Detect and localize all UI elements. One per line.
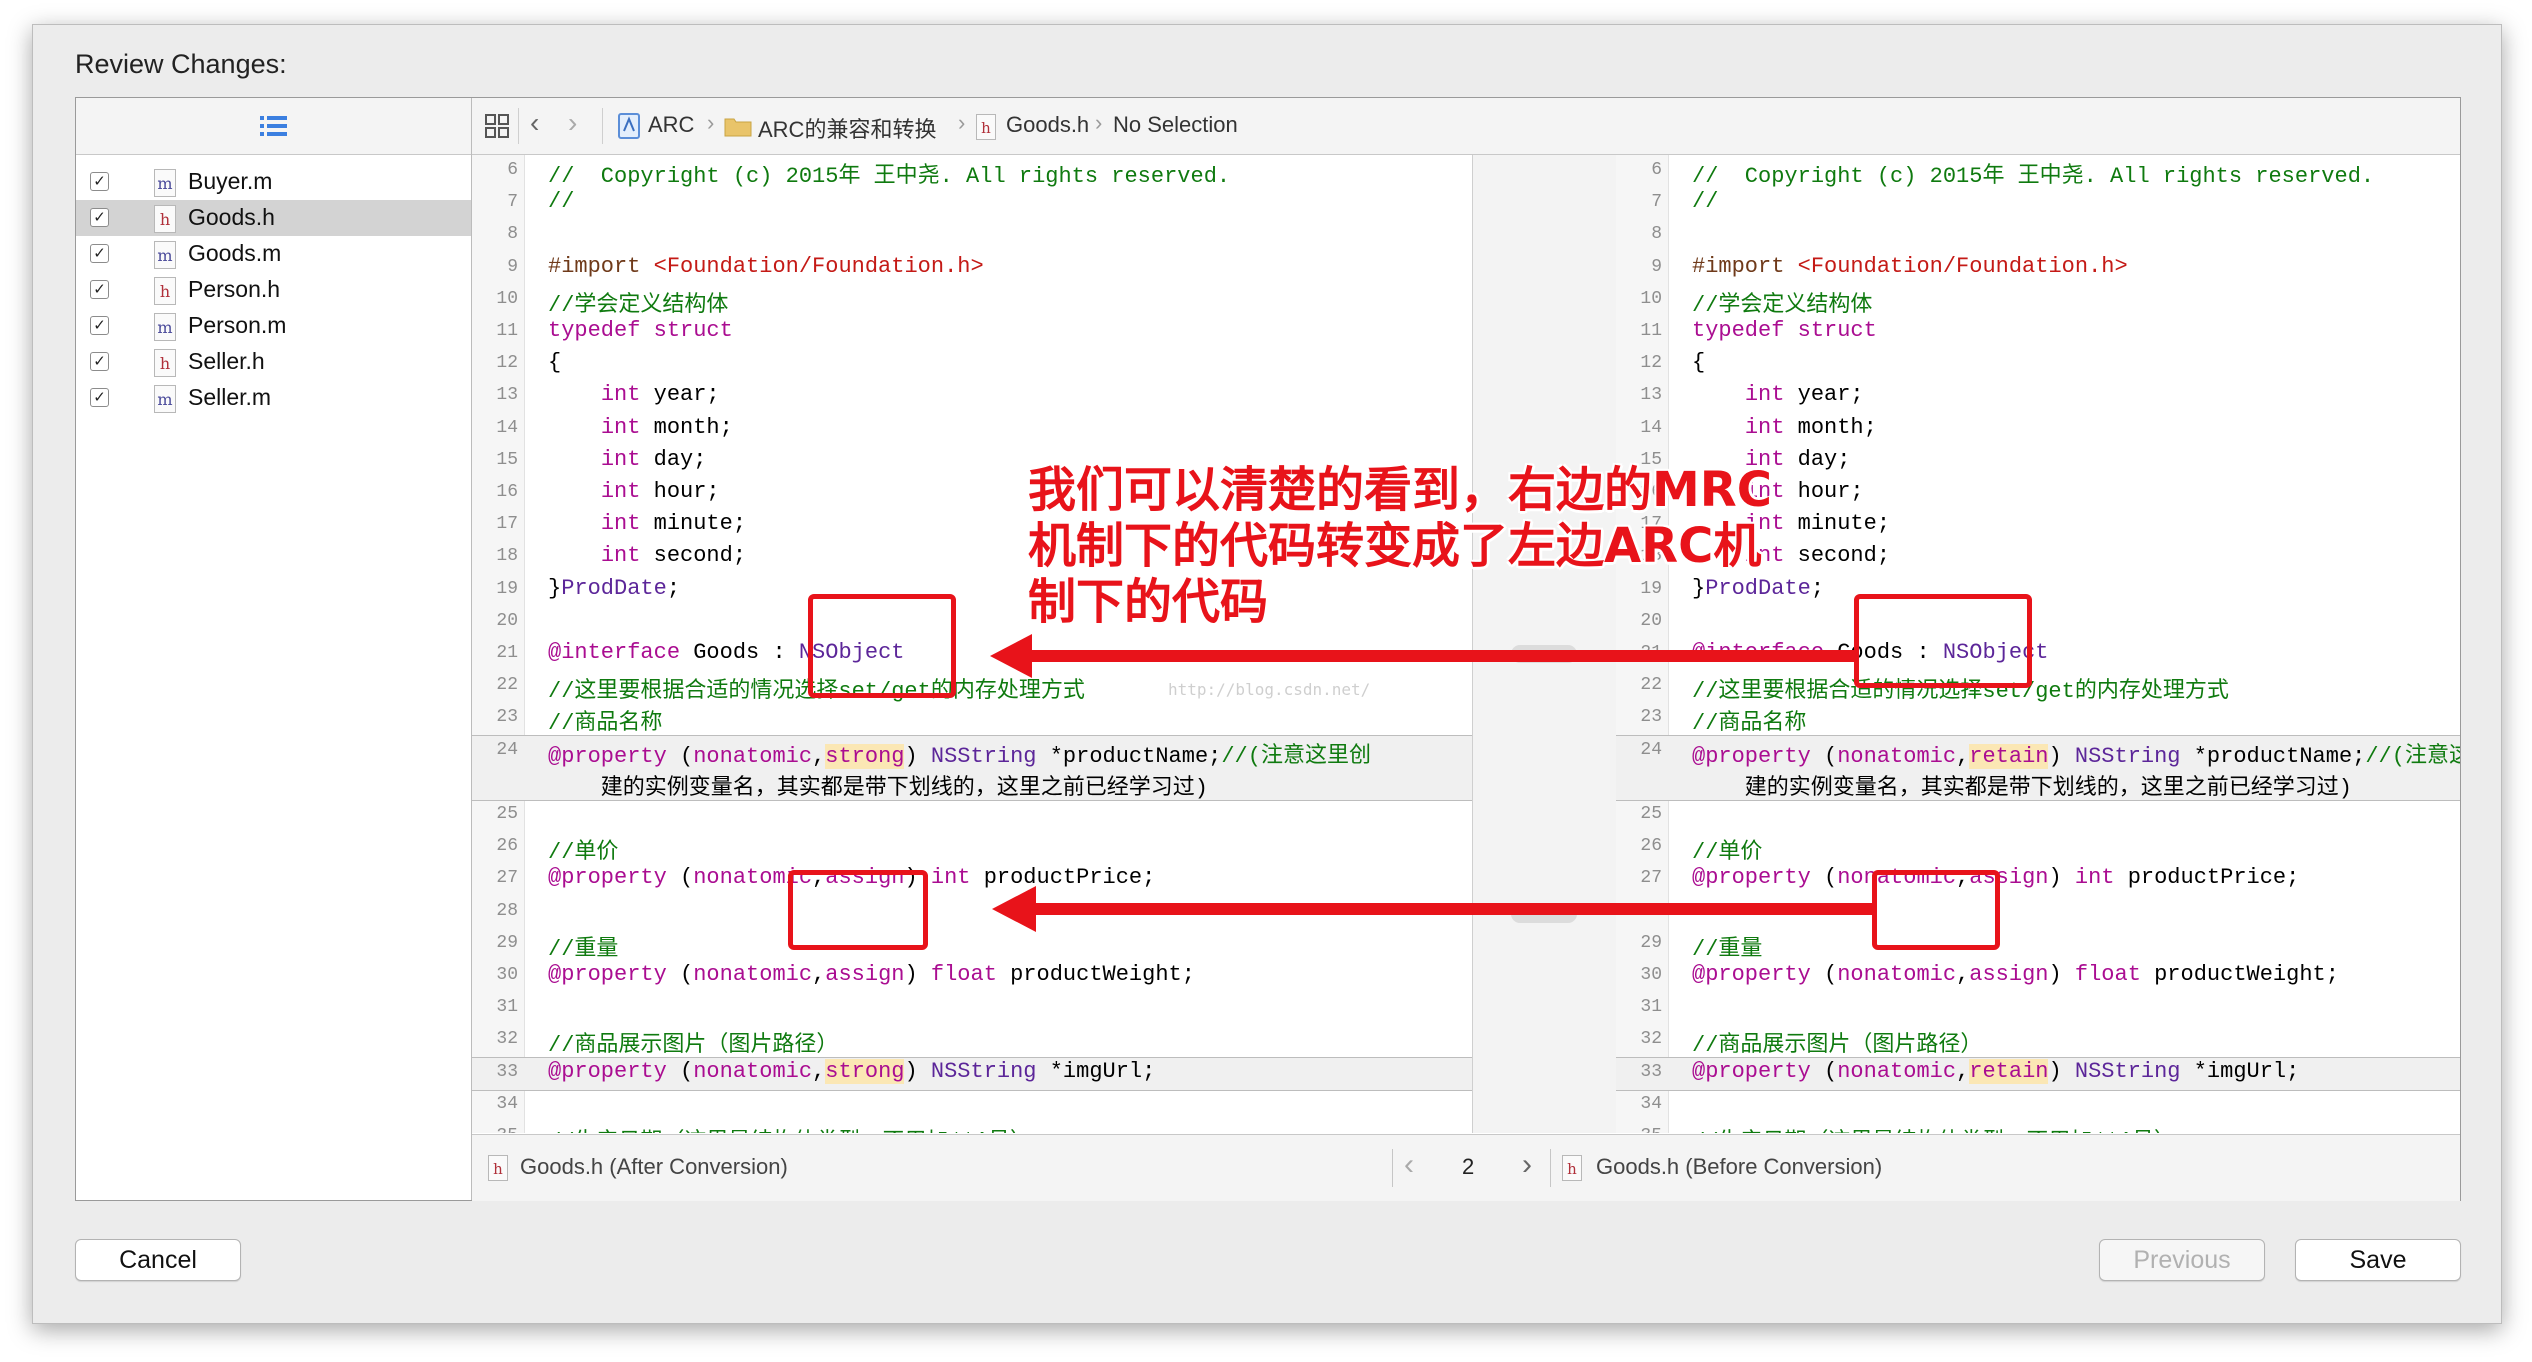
arrow-bottom [992, 886, 1874, 932]
annotation-arrows [990, 634, 1874, 932]
callout-line-2: 机制下的代码转变成了左边ARC机 [1028, 518, 1762, 574]
callout-line-3: 制下的代码 [1028, 574, 1269, 630]
annotation-callout: 我们可以清楚的看到，右边的MRC 机制下的代码转变成了左边ARC机 制下的代码 [1028, 462, 1772, 630]
callout-line-1: 我们可以清楚的看到，右边的MRC [1028, 462, 1772, 518]
arrow-top [990, 634, 1856, 678]
